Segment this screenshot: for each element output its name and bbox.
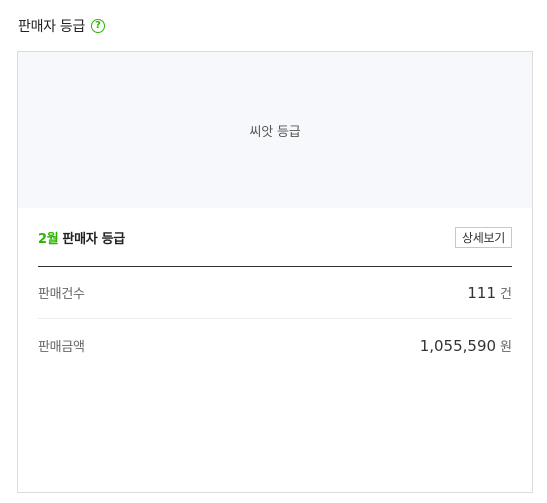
stat-row-sales-amount: 판매금액 1,055,590 원	[38, 319, 512, 371]
summary-month: 2월	[38, 231, 59, 247]
summary-title-text: 판매자 등급	[62, 231, 125, 247]
stat-label: 판매건수	[38, 287, 85, 302]
seller-grade-card: 씨앗 등급 2월 판매자 등급 상세보기 판매건수 111 건 판매금액 1,05…	[17, 51, 533, 493]
section-header: 판매자 등급 ?	[18, 16, 106, 36]
stat-unit: 건	[500, 287, 512, 302]
grade-name: 씨앗 등급	[249, 124, 301, 140]
grade-summary: 2월 판매자 등급 상세보기 판매건수 111 건 판매금액 1,055,590 …	[18, 208, 532, 371]
stat-label: 판매금액	[38, 339, 85, 355]
stat-number: 111	[467, 284, 497, 302]
help-icon[interactable]: ?	[91, 19, 106, 33]
stat-value: 1,055,590 원	[420, 336, 512, 355]
stat-row-sales-count: 판매건수 111 건	[38, 267, 512, 319]
grade-banner: 씨앗 등급	[18, 52, 532, 208]
section-title: 판매자 등급	[18, 19, 86, 35]
detail-button[interactable]: 상세보기	[455, 226, 512, 248]
stat-unit: 원	[500, 339, 512, 355]
stat-value: 111 건	[467, 283, 512, 302]
summary-header: 2월 판매자 등급 상세보기	[38, 208, 512, 267]
stat-number: 1,055,590	[419, 336, 497, 355]
summary-title: 2월 판매자 등급	[38, 228, 125, 247]
